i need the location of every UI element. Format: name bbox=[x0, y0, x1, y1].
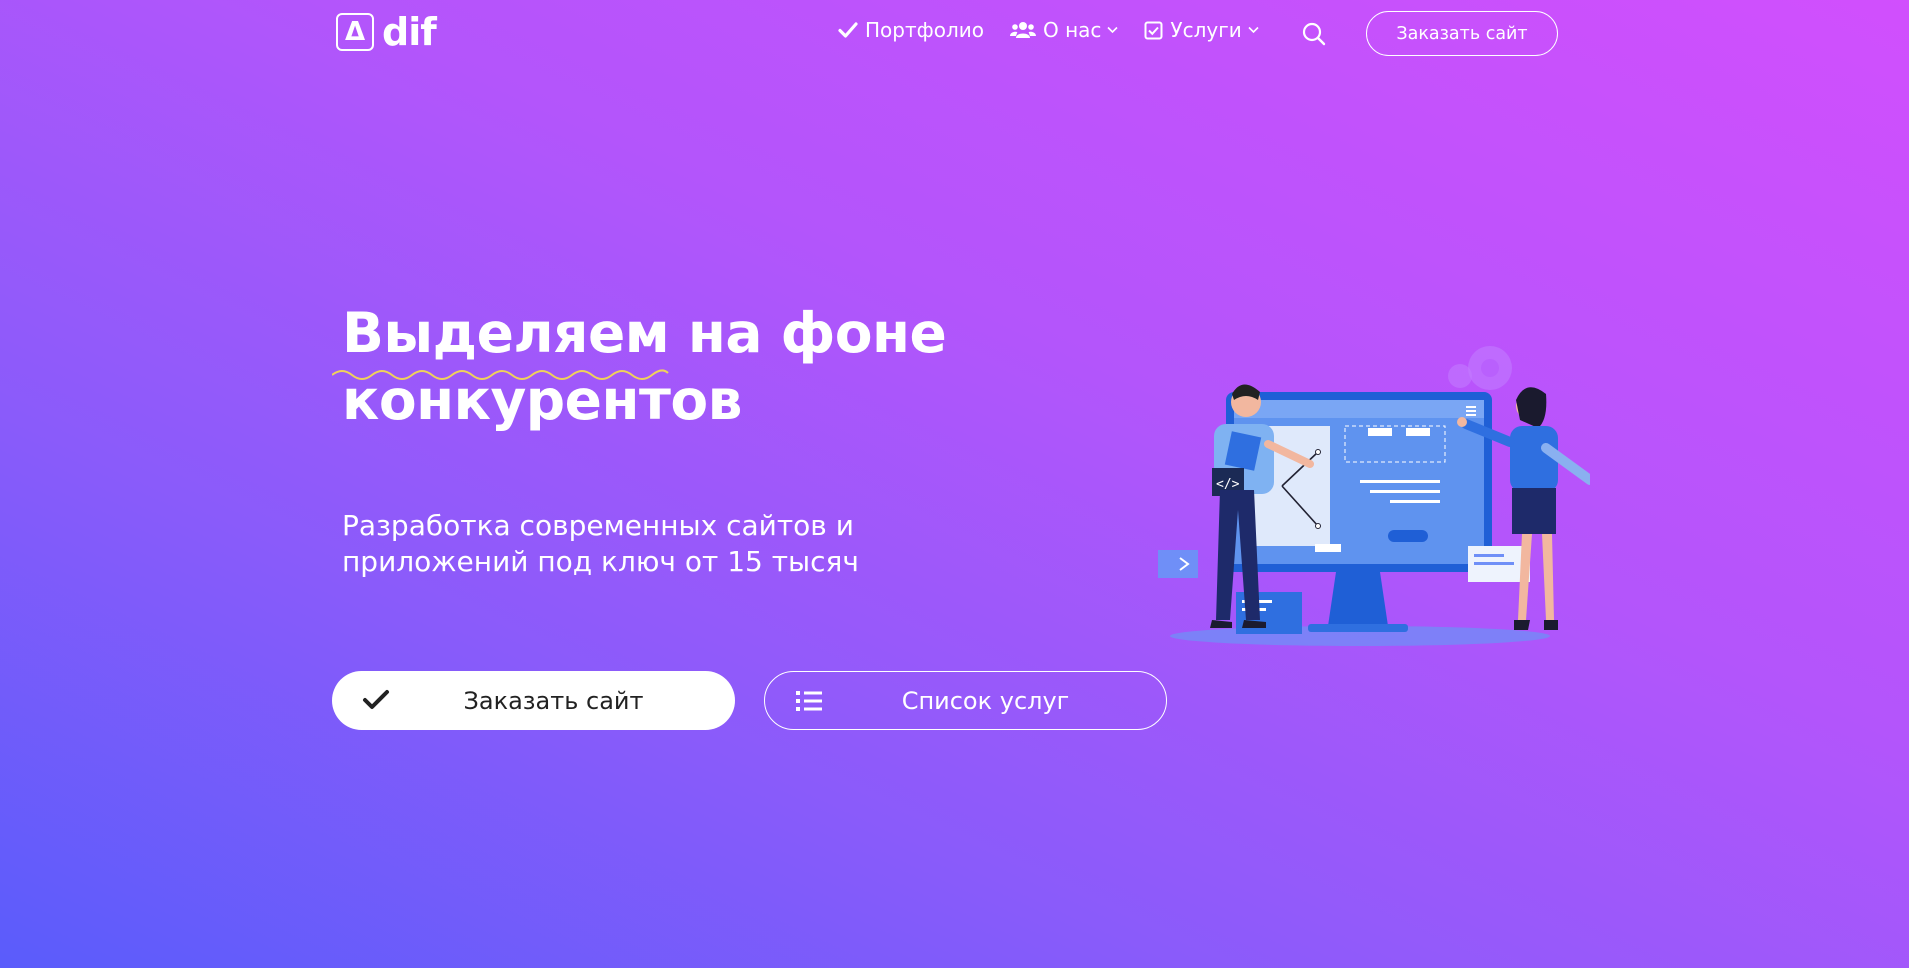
order-site-button[interactable]: Заказать сайт bbox=[332, 671, 735, 730]
logo-text: dif bbox=[382, 10, 437, 54]
logo-mark: Δ bbox=[336, 13, 374, 51]
chevron-down-icon bbox=[1248, 26, 1259, 34]
main-nav: Портфолио О нас Услуги bbox=[838, 18, 1285, 42]
nav-item-portfolio[interactable]: Портфолио bbox=[838, 18, 984, 42]
check-icon bbox=[838, 21, 858, 39]
hero-subtitle-line: приложений под ключ от 15 тысяч bbox=[342, 545, 859, 578]
check-icon bbox=[362, 689, 390, 717]
services-list-button-label: Список услуг bbox=[901, 686, 1070, 715]
nav-item-label: Портфолио bbox=[865, 18, 984, 42]
web-design-illustration: </> bbox=[1158, 346, 1590, 646]
users-icon bbox=[1009, 21, 1036, 39]
logo[interactable]: Δ dif bbox=[336, 10, 437, 54]
checkbox-icon bbox=[1144, 21, 1163, 40]
list-icon bbox=[795, 690, 823, 718]
order-site-button-label: Заказать сайт bbox=[463, 686, 644, 715]
nav-item-label: О нас bbox=[1042, 18, 1102, 42]
svg-text:</>: </> bbox=[1216, 477, 1240, 492]
nav-item-label: Услуги bbox=[1170, 18, 1242, 42]
hero-subtitle-line: Разработка современных сайтов и bbox=[342, 509, 854, 542]
nav-item-about[interactable]: О нас bbox=[1009, 18, 1118, 42]
underline-squiggle bbox=[332, 369, 669, 380]
services-list-button[interactable]: Список услуг bbox=[764, 671, 1167, 730]
search-icon[interactable] bbox=[1302, 22, 1326, 50]
chevron-down-icon bbox=[1107, 26, 1118, 34]
nav-item-services[interactable]: Услуги bbox=[1144, 18, 1259, 42]
hero-subtitle: Разработка современных сайтов и приложен… bbox=[342, 508, 859, 580]
order-site-button-header[interactable]: Заказать сайт bbox=[1366, 11, 1558, 56]
hero-title-line: Выделяем на фоне bbox=[342, 301, 947, 365]
site-header: Δ dif Портфолио О нас Услуги Заказать са… bbox=[0, 0, 1909, 68]
